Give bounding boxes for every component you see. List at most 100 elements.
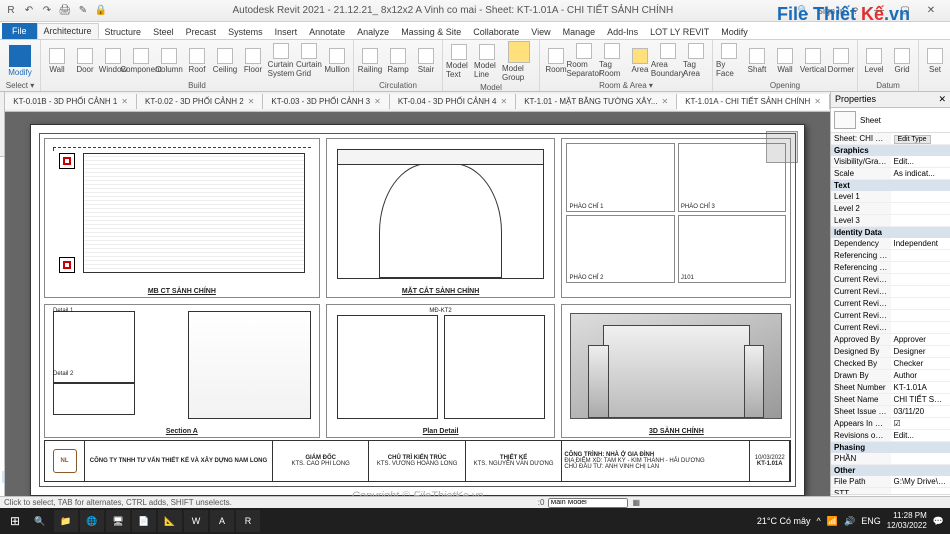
tag-area-button[interactable]: Tag Area xyxy=(683,43,709,78)
measure-icon[interactable]: ✎ xyxy=(76,4,90,18)
tree-node[interactable]: BẢNG THỐNG KÊ CỬA ĐI xyxy=(2,339,4,351)
mullion-button[interactable]: Mullion xyxy=(324,48,350,74)
tree-node[interactable]: DANH MỤC BẢN VẼ PHẦN KIẾN TRÚC xyxy=(2,351,4,363)
tree-node[interactable]: − Schedules/Quantities (all) xyxy=(2,315,4,327)
ribbon-tab-precast[interactable]: Precast xyxy=(180,25,223,39)
curtain-grid-button[interactable]: Curtain Grid xyxy=(296,43,322,78)
doc-tab[interactable]: KT-1.01 - MẶT BẰNG TƯỜNG XÂY...✕ xyxy=(516,94,677,109)
language-indicator[interactable]: ENG xyxy=(861,516,881,526)
taskbar-pin[interactable]: R xyxy=(236,510,260,532)
tree-node[interactable]: + Legends xyxy=(2,303,4,315)
ribbon-tab-add-ins[interactable]: Add-Ins xyxy=(601,25,644,39)
tree-node[interactable]: + KT-000 - BÌA xyxy=(2,387,4,399)
viewport-plan[interactable]: MB CT SẢNH CHÍNH xyxy=(44,138,320,298)
canvas[interactable]: MB CT SẢNH CHÍNH MẶT CẮT SẢNH CHÍNH xyxy=(5,112,830,508)
viewport-column-details[interactable]: Detail 1 Detail 2 Section A xyxy=(44,304,320,438)
close-tab-icon[interactable]: ✕ xyxy=(248,97,255,106)
grid-button[interactable]: Grid xyxy=(889,48,915,74)
close-tab-icon[interactable]: ✕ xyxy=(501,97,508,106)
viewport-details-profiles[interactable]: PHÀO CHỈ 1 PHÀO CHỈ 3 PHÀO CHỈ 2 J101 xyxy=(561,138,791,298)
modify-button[interactable]: Modify xyxy=(3,45,37,77)
tag-room-button[interactable]: Tag Room xyxy=(599,43,625,78)
property-row[interactable]: Current Revisio... xyxy=(831,286,950,298)
area-button[interactable]: Area xyxy=(627,48,653,74)
model-group-button[interactable]: Model Group xyxy=(502,41,536,82)
roof-button[interactable]: Roof xyxy=(184,48,210,74)
tree-node[interactable]: Section: MẶT CẮT B-B xyxy=(2,219,4,231)
ribbon-tab-lot-ly-revit[interactable]: LOT LY REVIT xyxy=(644,25,715,39)
taskbar-pin[interactable]: W xyxy=(184,510,208,532)
ribbon-tab-collaborate[interactable]: Collaborate xyxy=(467,25,525,39)
area-boundary-button[interactable]: Area Boundary xyxy=(655,43,681,78)
floor-button[interactable]: Floor xyxy=(240,48,266,74)
wall-button[interactable]: Wall xyxy=(44,48,70,74)
property-row[interactable]: Referencing De... xyxy=(831,262,950,274)
room-separator-button[interactable]: Room Separator xyxy=(571,43,597,78)
tree-node[interactable]: Structural Plan: NỀN SÀN xyxy=(2,279,4,291)
taskbar-pin[interactable]: 📁 xyxy=(54,510,78,532)
undo-icon[interactable]: ↶ xyxy=(22,4,36,18)
property-row[interactable]: Visibility/Graphi...Edit... xyxy=(831,156,950,168)
tree-node[interactable]: Structural Plan: ĐỈNH MÁI 2 xyxy=(2,231,4,243)
close-tab-icon[interactable]: ✕ xyxy=(662,97,669,106)
volume-icon[interactable]: 🔊 xyxy=(844,516,855,527)
doc-tab[interactable]: KT-1.01A - CHI TIẾT SẢNH CHÍNH✕ xyxy=(677,94,830,110)
viewport-3d[interactable]: 3D SẢNH CHÍNH xyxy=(561,304,791,438)
tree-node[interactable]: Floor Plan: TẦNG 2 xyxy=(2,159,4,171)
property-row[interactable]: Revisions on Sh...Edit... xyxy=(831,430,950,442)
taskbar-pin[interactable]: 🖥 xyxy=(106,510,130,532)
tree-node[interactable]: − II.MB KẾT CẤU xyxy=(2,243,4,255)
component-button[interactable]: Component xyxy=(128,48,154,74)
property-row[interactable]: Current Revisio... xyxy=(831,298,950,310)
wall-button[interactable]: Wall xyxy=(772,48,798,74)
stair-button[interactable]: Stair xyxy=(413,48,439,74)
property-row[interactable]: Sheet NameCHI TIẾT SẢN... xyxy=(831,394,950,406)
wifi-icon[interactable]: 📶 xyxy=(827,516,838,527)
search-icon[interactable]: 🔍 xyxy=(30,516,50,527)
column-button[interactable]: Column xyxy=(156,48,182,74)
ribbon-tab-systems[interactable]: Systems xyxy=(222,25,269,39)
taskbar-pin[interactable]: 🌐 xyxy=(80,510,104,532)
property-row[interactable]: ScaleAs indicat... xyxy=(831,168,950,180)
by-face-button[interactable]: By Face xyxy=(716,43,742,78)
level-button[interactable]: Level xyxy=(861,48,887,74)
property-row[interactable]: Current Revisio... xyxy=(831,274,950,286)
close-tab-icon[interactable]: ✕ xyxy=(814,97,821,106)
tree-node[interactable]: Structural Plan: ĐỈNH MÁI 2 xyxy=(2,291,4,303)
tree-node[interactable]: Floor Plan: ĐỈNH MÁI 1 xyxy=(2,183,4,195)
workset-selector[interactable] xyxy=(548,498,628,508)
property-row[interactable]: Current Revisio... xyxy=(831,322,950,334)
ramp-button[interactable]: Ramp xyxy=(385,48,411,74)
weather-widget[interactable]: 21°C Có mây xyxy=(757,516,811,526)
property-row[interactable]: Appears In Shee...☑ xyxy=(831,418,950,430)
edit-type-button[interactable]: Edit Type xyxy=(894,135,931,144)
tray-chevron-icon[interactable]: ^ xyxy=(817,516,821,526)
tree-node[interactable]: − ??? xyxy=(2,375,4,387)
railing-button[interactable]: Railing xyxy=(357,48,383,74)
ribbon-tab-analyze[interactable]: Analyze xyxy=(351,25,395,39)
taskbar-pin[interactable]: 📐 xyxy=(158,510,182,532)
doc-tab[interactable]: KT-0.01B - 3D PHỐI CẢNH 1✕ xyxy=(5,94,137,109)
property-row[interactable]: Sheet Issue Date03/11/20 xyxy=(831,406,950,418)
ribbon-tab-steel[interactable]: Steel xyxy=(147,25,180,39)
property-row[interactable]: Checked ByChecker xyxy=(831,358,950,370)
tree-node[interactable]: Structural Plan: MẶT BẰNG KẾT CẤU TẦNG 1 xyxy=(2,255,4,267)
redo-icon[interactable]: ↷ xyxy=(40,4,54,18)
shaft-button[interactable]: Shaft xyxy=(744,48,770,74)
tree-node[interactable]: + KT-0.01B - 3D PHỐI CẢNH 1 xyxy=(2,411,4,423)
ribbon-tab-file[interactable]: File xyxy=(2,23,37,39)
tree-node[interactable]: BẢNG THỐNG KHÊ CỬA SỔ xyxy=(2,327,4,339)
tree-node[interactable]: Section: MẶT CẮT A-A xyxy=(2,207,4,219)
close-button[interactable]: ✕ xyxy=(918,2,944,20)
ribbon-tab-architecture[interactable]: Architecture xyxy=(37,23,99,39)
type-selector[interactable]: Sheet xyxy=(831,108,950,133)
notifications-icon[interactable]: 💬 xyxy=(933,516,944,527)
tree-node[interactable]: + KT-1.01A - CHI TIẾT SẢNH CHÍNH xyxy=(2,471,4,483)
tree-node[interactable]: Floor Plan: ĐỈNH MÁI 2 xyxy=(2,195,4,207)
door-button[interactable]: Door xyxy=(72,48,98,74)
property-row[interactable]: Current Revisio... xyxy=(831,310,950,322)
ceiling-button[interactable]: Ceiling xyxy=(212,48,238,74)
tree-node[interactable]: − Sheets (SET 1 - 1 LEVEL) xyxy=(2,363,4,375)
doc-tab[interactable]: KT-0.04 - 3D PHỐI CẢNH 4✕ xyxy=(390,94,516,109)
tree-node[interactable]: + KT-0.04 - 3D PHỐI CẢNH 4 xyxy=(2,447,4,459)
